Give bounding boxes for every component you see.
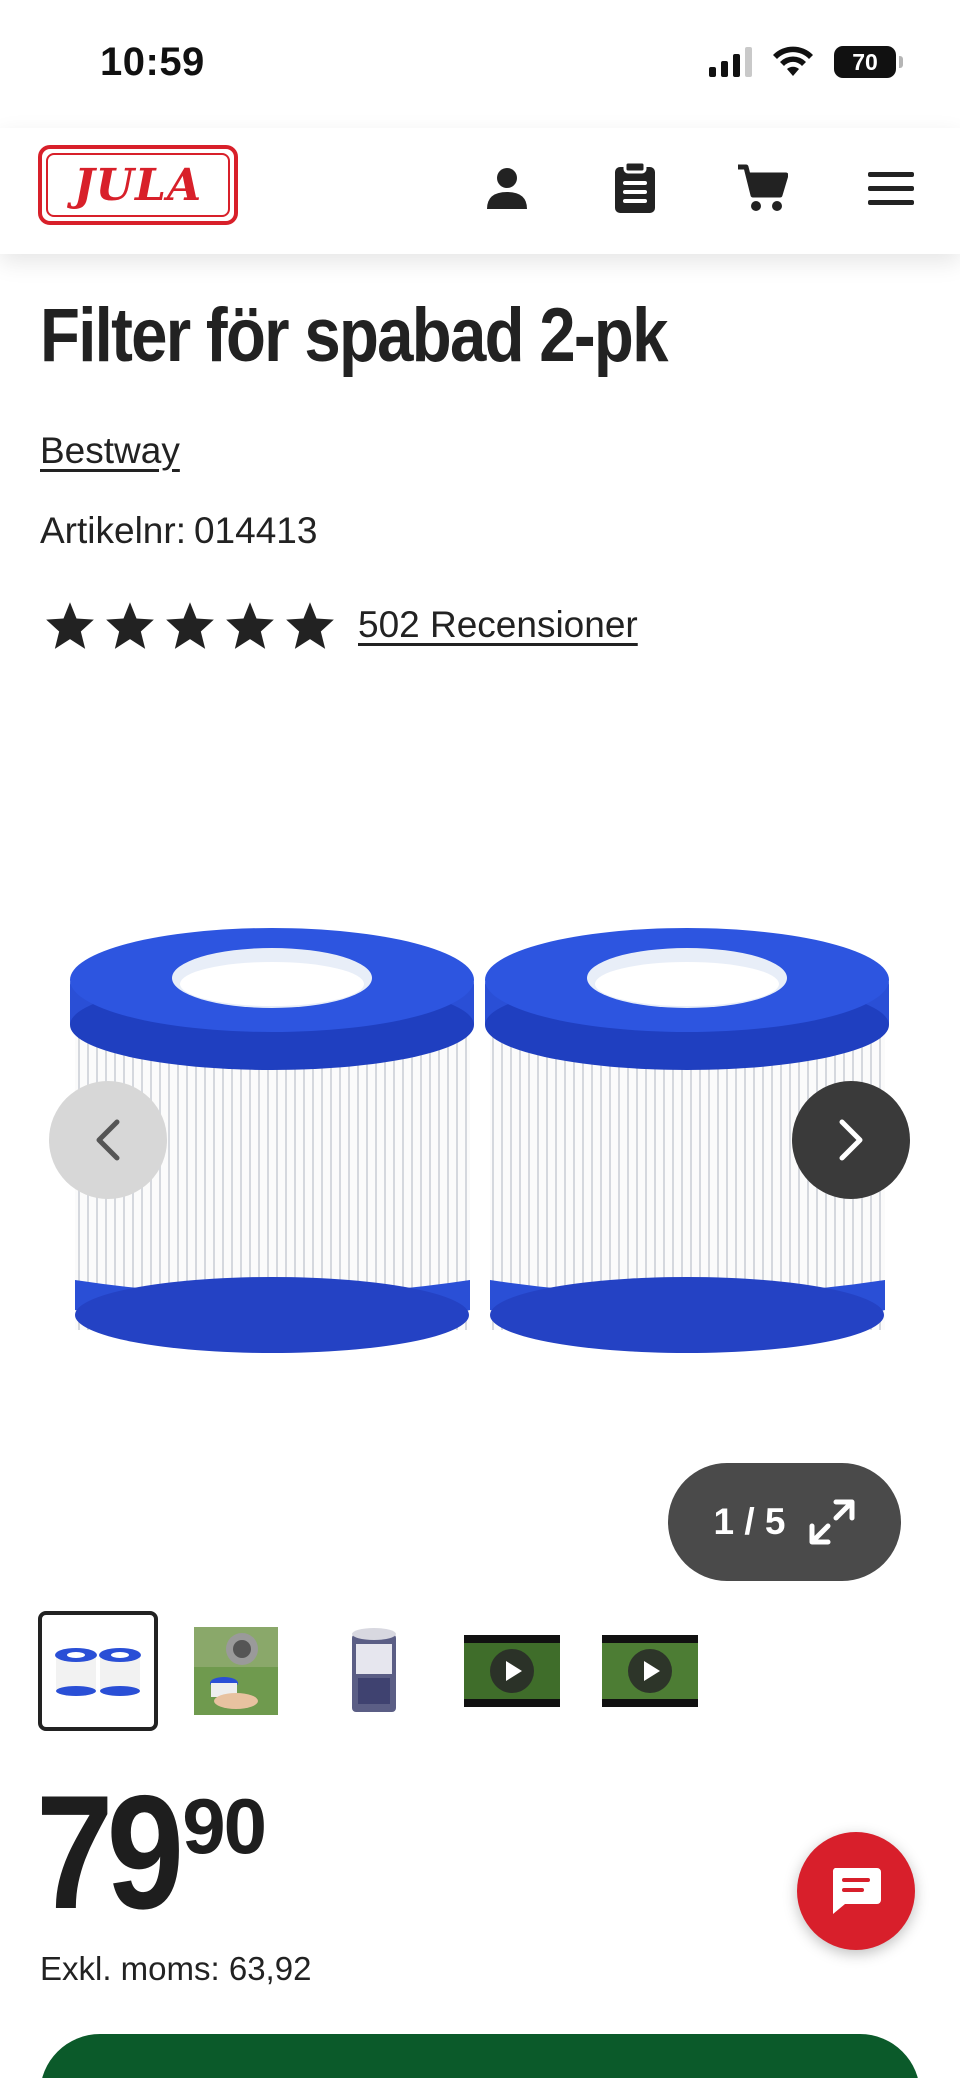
thumbnail-filters-image: [55, 1648, 141, 1696]
star-icon: [166, 602, 214, 649]
thumbnail-video-image: [602, 1635, 698, 1707]
thumbnail-1[interactable]: [38, 1611, 158, 1731]
thumbnail-5-video[interactable]: [590, 1611, 710, 1731]
rating-stars: [44, 600, 336, 650]
add-to-cart-button[interactable]: [40, 2034, 920, 2078]
product-gallery: 1 / 5: [0, 700, 960, 1600]
status-bar: 10:59 70: [0, 0, 960, 128]
star-icon: [46, 602, 94, 649]
brand-link[interactable]: Bestway: [40, 430, 180, 472]
chat-icon: [832, 1868, 881, 1914]
status-icons: 70: [709, 46, 903, 78]
reviews-link[interactable]: 502 Recensioner: [358, 604, 638, 646]
cellular-signal-icon: [709, 47, 752, 77]
account-button[interactable]: [477, 158, 537, 218]
star-icon: [286, 602, 334, 649]
rating: 502 Recensioner: [44, 600, 638, 650]
status-time: 10:59: [100, 40, 205, 84]
thumbnail-filter-box-image: [352, 1628, 396, 1712]
price-excl-vat: Exkl. moms: 63,92: [40, 1950, 312, 1987]
thumbnail-strip: [38, 1611, 710, 1731]
expand-icon: [809, 1499, 854, 1545]
star-icon: [106, 602, 154, 649]
previous-image-button[interactable]: [49, 1081, 167, 1199]
thumbnail-filter-in-hand-image: [194, 1627, 278, 1715]
shopping-list-button[interactable]: [605, 158, 665, 218]
user-icon: [487, 168, 527, 209]
article-number: Artikelnr: 014413: [40, 510, 317, 552]
hamburger-menu-icon: [868, 172, 914, 205]
thumbnail-video-image: [464, 1635, 560, 1707]
site-header: JULA: [0, 128, 960, 254]
image-counter-fullscreen-button[interactable]: 1 / 5: [668, 1463, 901, 1581]
thumbnail-2[interactable]: [176, 1611, 296, 1731]
image-counter: 1 / 5: [713, 1501, 786, 1542]
clipboard-icon: [615, 161, 655, 213]
wifi-icon: [773, 46, 813, 76]
product-title: Filter för spabad 2-pk: [40, 293, 668, 378]
battery-icon: 70: [834, 46, 903, 78]
thumbnail-3[interactable]: [314, 1611, 434, 1731]
star-icon: [226, 602, 274, 649]
menu-button[interactable]: [861, 158, 921, 218]
cart-button[interactable]: [732, 158, 792, 218]
price-main: 79: [36, 1762, 184, 1943]
price-decimals: 90: [182, 1782, 267, 1870]
price: 79 90: [36, 1762, 267, 1943]
article-label: Artikelnr:: [40, 510, 186, 551]
logo-text: JULA: [46, 153, 230, 217]
next-image-button[interactable]: [792, 1081, 910, 1199]
thumbnail-4-video[interactable]: [452, 1611, 572, 1731]
chevron-right-icon: [839, 1119, 863, 1161]
article-value: 014413: [193, 510, 318, 551]
chat-button[interactable]: [797, 1832, 915, 1950]
chevron-left-icon: [96, 1119, 120, 1161]
cart-icon: [738, 164, 788, 211]
jula-logo[interactable]: JULA: [38, 145, 238, 225]
